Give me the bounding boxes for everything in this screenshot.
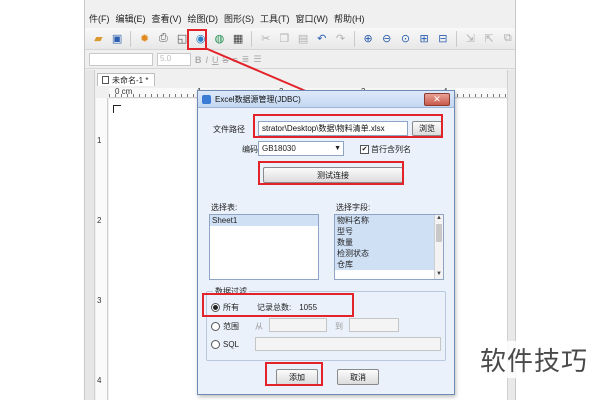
browse-button[interactable]: 浏览 xyxy=(412,121,442,136)
fields-scrollbar[interactable]: ▲ ▼ xyxy=(434,215,443,279)
excel-datasource-dialog: Excel数据源管理(JDBC) ✕ 文件路径 strator\Desktop\… xyxy=(197,90,455,395)
add-button[interactable]: 添加 xyxy=(276,369,318,385)
range-from-label: 从 xyxy=(255,322,263,331)
cancel-button[interactable]: 取消 xyxy=(337,369,379,385)
first-row-header-label: 首行含列名 xyxy=(371,145,411,154)
data-filter-group: 数据过滤 所有 记录总数: 1055 范围 从 到 SQL xyxy=(206,286,446,361)
checkbox-checked-icon: ✔ xyxy=(360,145,369,154)
filter-sql-label: SQL xyxy=(223,340,240,349)
file-path-label: 文件路径 xyxy=(213,125,245,134)
encoding-value: GB18030 xyxy=(262,144,296,153)
field-item[interactable]: 检测状态 xyxy=(335,248,443,259)
scroll-up-icon[interactable]: ▲ xyxy=(435,215,443,223)
field-item[interactable]: 数量 xyxy=(335,237,443,248)
field-item[interactable]: 物料名称 xyxy=(335,215,443,226)
tables-listbox[interactable]: Sheet1 xyxy=(209,214,319,280)
radio-selected-icon xyxy=(211,303,220,312)
scroll-down-icon[interactable]: ▼ xyxy=(435,271,443,279)
close-button[interactable]: ✕ xyxy=(424,93,450,106)
app-icon xyxy=(202,94,211,104)
dialog-title-bar[interactable]: Excel数据源管理(JDBC) xyxy=(198,91,454,108)
fields-listbox[interactable]: 物料名称 型号 数量 检测状态 仓库 ▲ ▼ xyxy=(334,214,444,280)
filter-all-radio[interactable]: 所有 xyxy=(211,302,239,313)
file-path-input[interactable]: strator\Desktop\数据\物料清单.xlsx xyxy=(258,121,408,136)
test-connection-button[interactable]: 测试连接 xyxy=(263,167,403,183)
record-count: 记录总数: 1055 xyxy=(257,302,317,313)
encoding-label: 编码 xyxy=(242,145,258,154)
dialog-title: Excel数据源管理(JDBC) xyxy=(215,94,301,104)
filter-sql-radio[interactable]: SQL xyxy=(211,340,239,349)
range-to-label: 到 xyxy=(335,322,343,331)
first-row-header-checkbox[interactable]: ✔ 首行含列名 xyxy=(360,144,411,155)
table-item[interactable]: Sheet1 xyxy=(210,215,318,226)
range-to-input[interactable] xyxy=(349,318,399,332)
fields-label: 选择字段: xyxy=(336,203,371,212)
tables-label: 选择表: xyxy=(211,203,238,212)
range-from-input[interactable] xyxy=(269,318,327,332)
radio-unselected-icon xyxy=(211,340,220,349)
radio-unselected-icon xyxy=(211,322,220,331)
record-count-value: 1055 xyxy=(299,303,318,312)
field-item[interactable]: 仓库 xyxy=(335,259,443,270)
chevron-down-icon: ▼ xyxy=(334,145,341,152)
record-count-label: 记录总数: xyxy=(257,303,292,312)
field-item[interactable]: 型号 xyxy=(335,226,443,237)
filter-all-label: 所有 xyxy=(223,303,239,312)
encoding-select[interactable]: GB18030 ▼ xyxy=(258,141,344,156)
watermark-text: 软件技巧 xyxy=(475,341,592,378)
filter-range-radio[interactable]: 范围 xyxy=(211,321,239,332)
data-filter-legend: 数据过滤 xyxy=(213,286,249,297)
filter-range-label: 范围 xyxy=(223,322,239,331)
sql-input[interactable] xyxy=(255,337,441,351)
scroll-thumb[interactable] xyxy=(436,224,442,242)
